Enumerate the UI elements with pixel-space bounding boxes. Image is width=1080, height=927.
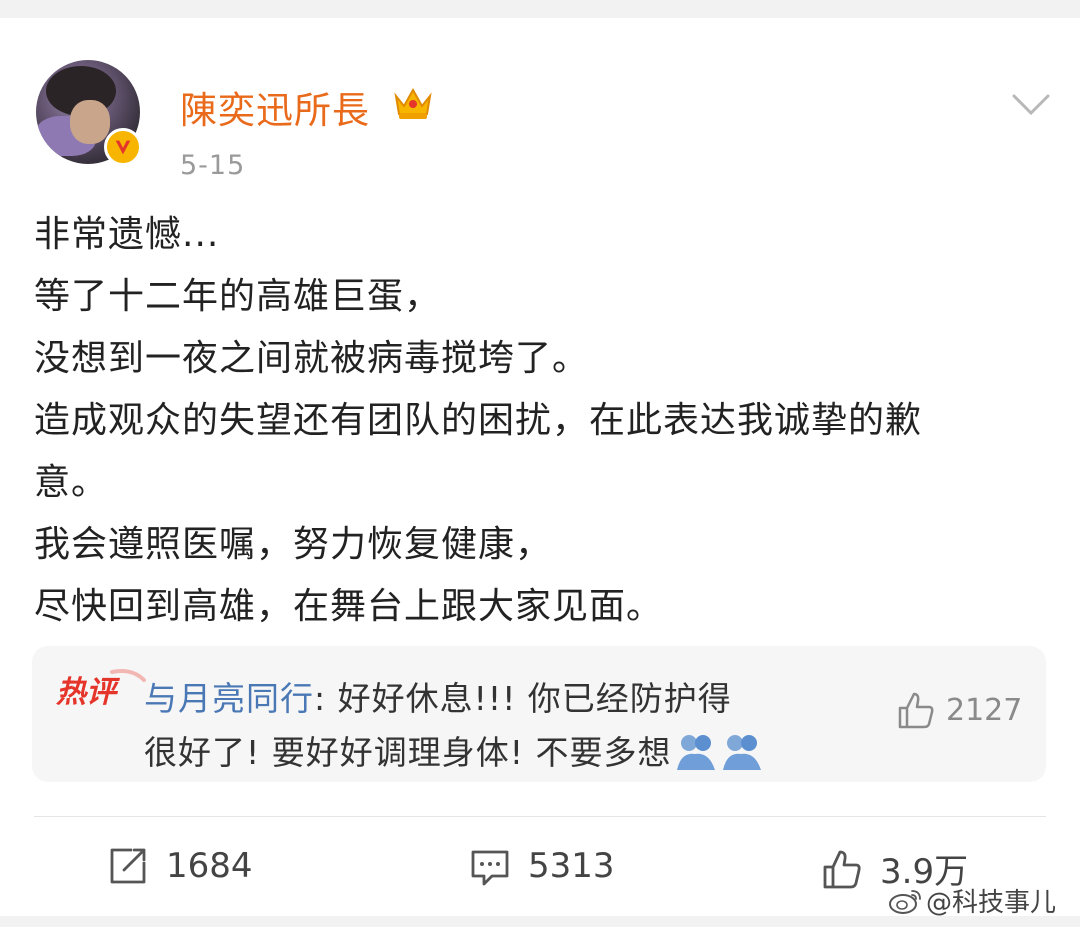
thumbs-up-icon: [823, 850, 861, 888]
thumbs-up-icon: [898, 692, 934, 729]
hot-comment[interactable]: 热评 与月亮同行: 好好休息!!! 你已经防护得 很好了! 要好好调理身体! 不…: [32, 646, 1046, 782]
post-line: 没想到一夜之间就被病毒搅垮了。: [34, 338, 590, 379]
weibo-logo-icon: [889, 889, 921, 914]
hot-comment-like-count: 2127: [946, 692, 1023, 728]
repost-icon: [110, 848, 146, 884]
post-line: 意。: [34, 462, 109, 503]
post-date: 5-15: [180, 150, 246, 181]
hot-comment-separator: :: [314, 679, 338, 718]
weibo-post-card: 陳奕迅所長 5-15 非常遗憾... 等了十二年的高雄巨蛋， 没想到一夜之间就被…: [0, 18, 1080, 916]
crown-icon: [394, 87, 432, 119]
verified-icon: [104, 128, 142, 166]
watermark-text: @科技事儿: [926, 888, 1057, 918]
hot-comment-line1: 好好休息!!! 你已经防护得: [337, 679, 732, 718]
post-line: 造成观众的失望还有团队的困扰，在此表达我诚挚的歉: [34, 400, 923, 441]
comment-button[interactable]: 5313: [468, 844, 615, 888]
chevron-down-icon[interactable]: [1010, 90, 1052, 120]
post-line: 等了十二年的高雄巨蛋，: [34, 276, 442, 317]
hot-comment-badge-text: 热评: [55, 675, 121, 710]
hug-emoji-icon: [723, 735, 762, 770]
comment-icon: [471, 850, 509, 886]
post-line: 尽快回到高雄，在舞台上跟大家见面。: [34, 586, 664, 627]
comment-count: 5313: [528, 846, 615, 886]
hot-comment-user[interactable]: 与月亮同行: [144, 679, 314, 718]
divider: [34, 816, 1046, 817]
hot-comment-text: 与月亮同行: 好好休息!!! 你已经防护得 很好了! 要好好调理身体! 不要多想: [144, 672, 864, 780]
hug-emoji-icon: [677, 735, 716, 770]
hot-comment-badge-graphic: 热评: [55, 669, 146, 710]
post-line: 非常遗憾...: [34, 214, 220, 255]
hot-comment-like-button[interactable]: 2127: [894, 688, 1022, 732]
hot-comment-line2: 很好了! 要好好调理身体! 不要多想: [144, 733, 672, 772]
repost-count: 1684: [166, 846, 253, 886]
repost-button[interactable]: 1684: [106, 844, 253, 888]
post-body: 非常遗憾... 等了十二年的高雄巨蛋， 没想到一夜之间就被病毒搅垮了。 造成观众…: [34, 204, 1044, 638]
watermark: @科技事儿: [888, 882, 1056, 919]
username[interactable]: 陳奕迅所長: [180, 80, 370, 134]
avatar-face: [70, 100, 110, 144]
post-line: 我会遵照医嘱，努力恢复健康，: [34, 524, 553, 565]
hot-comment-badge: 热评: [54, 666, 154, 710]
